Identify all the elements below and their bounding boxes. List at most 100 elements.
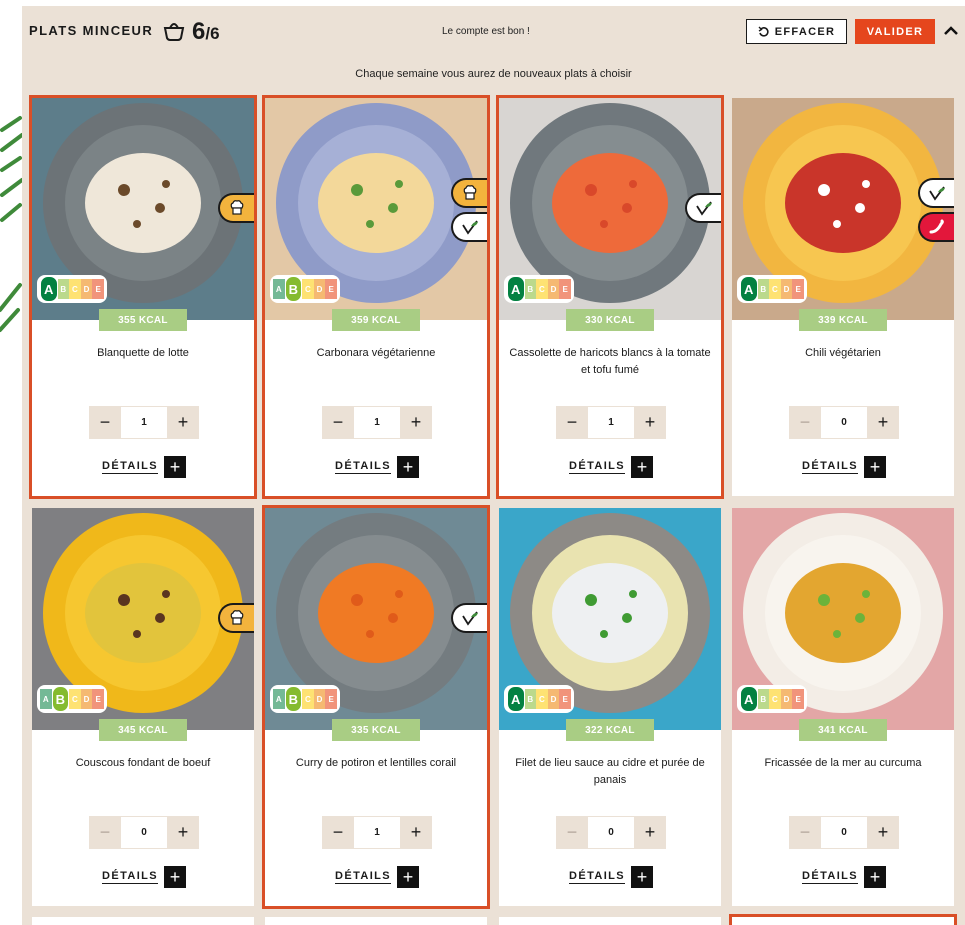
- veggie-icon: [451, 212, 487, 242]
- nutriscore-e: E: [792, 689, 804, 709]
- plus-icon: +: [864, 866, 887, 888]
- weekly-info: Chaque semaine vous aurez de nouveaux pl…: [355, 68, 632, 80]
- plus-icon: +: [631, 456, 654, 478]
- increment-button[interactable]: +: [867, 816, 899, 849]
- quantity-value: 1: [588, 406, 634, 439]
- details-label: DÉTAILS: [802, 870, 859, 884]
- meal-name: Cassolette de haricots blancs à la tomat…: [509, 347, 711, 376]
- increment-button[interactable]: +: [867, 406, 899, 439]
- calorie-badge: 322 KCAL: [566, 719, 654, 741]
- quantity-stepper: −0 +: [789, 816, 899, 849]
- calorie-badge: 335 KCAL: [332, 719, 420, 741]
- plus-icon: +: [397, 866, 420, 888]
- calorie-badge: 345 KCAL: [99, 719, 187, 741]
- meal-name: Carbonara végétarienne: [316, 347, 436, 359]
- nutriscore-label: ABCDE: [270, 275, 340, 303]
- plus-icon: +: [164, 866, 187, 888]
- quantity-value: 1: [354, 816, 400, 849]
- nutriscore-label: ABCDE: [504, 275, 574, 303]
- decrement-button[interactable]: −: [89, 406, 121, 439]
- veggie-icon: [685, 193, 721, 223]
- decrement-button[interactable]: −: [322, 816, 354, 849]
- decrement-button[interactable]: −: [556, 406, 588, 439]
- calorie-badge: 355 KCAL: [99, 309, 187, 331]
- nutriscore-d: D: [547, 279, 560, 299]
- details-label: DÉTAILS: [102, 460, 159, 474]
- meal-name: Curry de potiron et lentilles corail: [295, 757, 457, 769]
- reset-icon: [758, 26, 769, 37]
- nutriscore-e: E: [325, 689, 337, 709]
- veggie-icon: [451, 603, 487, 633]
- increment-button[interactable]: +: [167, 816, 199, 849]
- next-row-card: [729, 914, 957, 925]
- validate-button[interactable]: VALIDER: [855, 19, 935, 44]
- quantity-value: 1: [121, 406, 167, 439]
- details-label: DÉTAILS: [569, 460, 626, 474]
- decrement-button[interactable]: −: [322, 406, 354, 439]
- details-button[interactable]: DÉTAILS +: [102, 866, 187, 888]
- chef-icon: [451, 178, 487, 208]
- nutriscore-b: B: [51, 686, 70, 712]
- increment-button[interactable]: +: [634, 406, 666, 439]
- decrement-button[interactable]: −: [789, 816, 821, 849]
- meal-card[interactable]: A B C D E 339 KCAL Chili végétarien −0 + DÉTAILS +: [732, 98, 954, 496]
- meal-name: Chili végétarien: [805, 347, 881, 359]
- nutriscore-c: C: [769, 689, 781, 709]
- nutriscore-c: C: [302, 279, 314, 299]
- quantity-value: 0: [121, 816, 167, 849]
- nutriscore-b: B: [524, 689, 537, 709]
- chef-icon: [218, 603, 254, 633]
- plus-icon: +: [397, 456, 420, 478]
- meal-card[interactable]: A B C D E 355 KCAL Blanquette de lotte −1 + DÉTAI…: [29, 95, 257, 499]
- nutriscore-b: B: [757, 689, 770, 709]
- meal-selection-panel: PLATS MINCEUR 6/6 Le compte est bon ! EF…: [22, 6, 965, 925]
- meal-card[interactable]: A B C D E 335 KCAL Curry de potiron et lentill…: [262, 505, 490, 909]
- decrement-button[interactable]: −: [789, 406, 821, 439]
- nutriscore-b: B: [524, 279, 537, 299]
- nutriscore-d: D: [780, 689, 793, 709]
- details-button[interactable]: DÉTAILS +: [102, 456, 187, 478]
- nutriscore-e: E: [559, 689, 571, 709]
- decrement-button[interactable]: −: [556, 816, 588, 849]
- clear-button[interactable]: EFFACER: [746, 19, 847, 44]
- increment-button[interactable]: +: [634, 816, 666, 849]
- details-label: DÉTAILS: [802, 460, 859, 474]
- nutriscore-a: A: [40, 276, 58, 302]
- quantity-stepper: −0 +: [556, 816, 666, 849]
- meal-card[interactable]: A B C D E 345 KCAL Couscous fondant de boeuf −0…: [32, 508, 254, 906]
- calorie-badge: 330 KCAL: [566, 309, 654, 331]
- quantity-value: 1: [354, 406, 400, 439]
- increment-button[interactable]: +: [167, 406, 199, 439]
- details-button[interactable]: DÉTAILS +: [802, 866, 887, 888]
- details-button[interactable]: DÉTAILS +: [802, 456, 887, 478]
- chevron-up-icon[interactable]: [940, 20, 962, 42]
- plus-icon: +: [631, 866, 654, 888]
- nutriscore-d: D: [313, 279, 326, 299]
- meal-card[interactable]: A B C D E 322 KCAL Filet de lieu sauce au cidr…: [499, 508, 721, 906]
- details-label: DÉTAILS: [335, 870, 392, 884]
- nutriscore-d: D: [80, 279, 93, 299]
- calorie-badge: 359 KCAL: [332, 309, 420, 331]
- meal-name: Blanquette de lotte: [97, 347, 189, 359]
- meal-card[interactable]: A B C D E 330 KCAL Cassolette de haricots blan…: [496, 95, 724, 499]
- details-button[interactable]: DÉTAILS +: [335, 456, 420, 478]
- nutriscore-c: C: [769, 279, 781, 299]
- increment-button[interactable]: +: [400, 816, 432, 849]
- nutriscore-d: D: [313, 689, 326, 709]
- nutriscore-d: D: [547, 689, 560, 709]
- nutriscore-e: E: [92, 689, 104, 709]
- palm-leaf-decoration: [0, 116, 22, 332]
- nutriscore-a: A: [740, 276, 758, 302]
- details-button[interactable]: DÉTAILS +: [569, 456, 654, 478]
- meal-name: Fricassée de la mer au curcuma: [764, 757, 922, 769]
- meal-card[interactable]: A B C D E 359 KCAL Carbonara végétarienne −1 + DÉ…: [262, 95, 490, 499]
- meal-card[interactable]: A B C D E 341 KCAL Fricassée de la mer au curc…: [732, 508, 954, 906]
- nutriscore-c: C: [69, 279, 81, 299]
- decrement-button[interactable]: −: [89, 816, 121, 849]
- category-title: PLATS MINCEUR: [29, 23, 154, 38]
- details-button[interactable]: DÉTAILS +: [335, 866, 420, 888]
- nutriscore-c: C: [69, 689, 81, 709]
- increment-button[interactable]: +: [400, 406, 432, 439]
- nutriscore-b: B: [284, 686, 303, 712]
- details-button[interactable]: DÉTAILS +: [569, 866, 654, 888]
